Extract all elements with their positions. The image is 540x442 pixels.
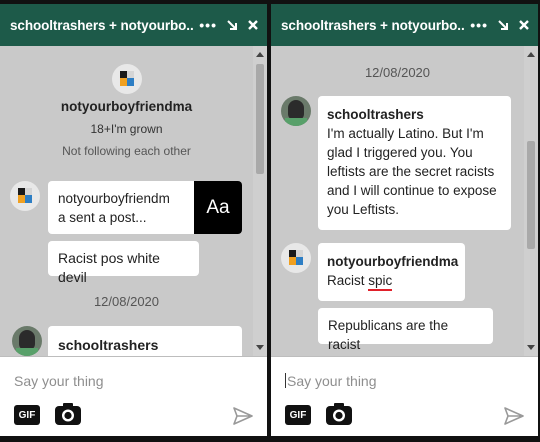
composer: Say your thing GIF [271,356,538,436]
message-text-line: glad I triggered you. You [327,145,473,160]
chat-titlebar[interactable]: schooltrashers + notyourbo... ••• [271,4,538,46]
message-input[interactable]: Say your thing [14,373,104,389]
date-divider: 12/08/2020 [364,65,431,80]
text-caret [285,373,286,388]
scroll-down-icon[interactable] [256,345,264,350]
scrollbar[interactable] [524,46,538,356]
message-list[interactable]: 12/08/2020 schooltrashers I'm actually L… [271,46,524,356]
post-preview-card[interactable]: notyourboyfriendm a sent a post... Aa [48,181,242,234]
avatar[interactable] [112,64,142,94]
avatar[interactable] [12,326,42,356]
composer: Say your thing GIF [0,356,267,436]
scroll-down-icon[interactable] [527,345,535,350]
gif-icon[interactable]: GIF [14,405,40,425]
camera-icon[interactable] [325,402,353,431]
message-text: Racist pos white devil [58,250,160,285]
scroll-up-icon[interactable] [256,52,264,57]
minimize-icon[interactable] [497,19,509,31]
post-preview-text-line2: a sent a post... [58,210,147,225]
misspelled-word[interactable]: spic [368,273,393,291]
avatar[interactable] [281,96,311,126]
chat-window-right: schooltrashers + notyourbo... ••• 12/08/… [271,4,538,436]
follow-status: Not following each other [62,144,191,158]
avatar[interactable] [10,181,40,211]
message-sender[interactable]: schooltrashers [58,337,158,353]
post-preview-text-line1: notyourboyfriendm [58,191,170,206]
message-text: Republicans are the racist [328,318,449,352]
scrollbar[interactable] [253,46,267,356]
message-text-line: I'm actually Latino. But I'm [327,126,484,141]
message-list[interactable]: notyourboyfriendma 18+I'm grown Not foll… [0,46,253,356]
close-icon[interactable] [247,19,259,31]
more-icon[interactable]: ••• [470,17,488,33]
message-bubble[interactable]: notyourboyfriendma Racist spic [318,243,465,301]
message-input-placeholder: Say your thing [287,373,377,389]
chat-title: schooltrashers + notyourbo... [10,17,194,33]
message-sender[interactable]: schooltrashers [327,105,502,124]
more-icon[interactable]: ••• [199,17,217,33]
message-bubble[interactable]: Republicans are the racist [318,308,493,352]
profile-name[interactable]: notyourboyfriendma [0,99,253,114]
post-thumbnail-label: Aa [206,197,230,218]
message-text-line: leftists are the secret racists [327,164,495,179]
message-bubble[interactable]: schooltrashers I'm actually Latino. But … [318,96,511,230]
message-input[interactable]: Say your thing [285,373,377,389]
camera-icon[interactable] [54,402,82,431]
message-bubble[interactable]: schooltrashers [48,326,242,356]
close-icon[interactable] [518,19,530,31]
minimize-icon[interactable] [226,19,238,31]
gif-icon[interactable]: GIF [285,405,311,425]
date-divider: 12/08/2020 [93,294,160,309]
send-icon[interactable] [233,407,253,430]
scroll-thumb[interactable] [527,141,535,249]
chat-window-left: schooltrashers + notyourbo... ••• notyou… [0,4,267,436]
send-icon[interactable] [504,407,524,430]
profile-subtitle: 18+I'm grown [90,122,163,136]
message-text-line: you Leftists. [327,202,400,217]
message-sender[interactable]: notyourboyfriendma [327,252,458,271]
scroll-up-icon[interactable] [527,52,535,57]
message-text-line: and I will continue to expose [327,183,497,198]
post-thumbnail: Aa [194,181,242,234]
chat-title: schooltrashers + notyourbo... [281,17,465,33]
message-text: Racist [327,273,369,288]
message-bubble[interactable]: Racist pos white devil [48,241,199,285]
scroll-thumb[interactable] [256,64,264,174]
chat-titlebar[interactable]: schooltrashers + notyourbo... ••• [0,4,267,46]
avatar[interactable] [281,243,311,273]
